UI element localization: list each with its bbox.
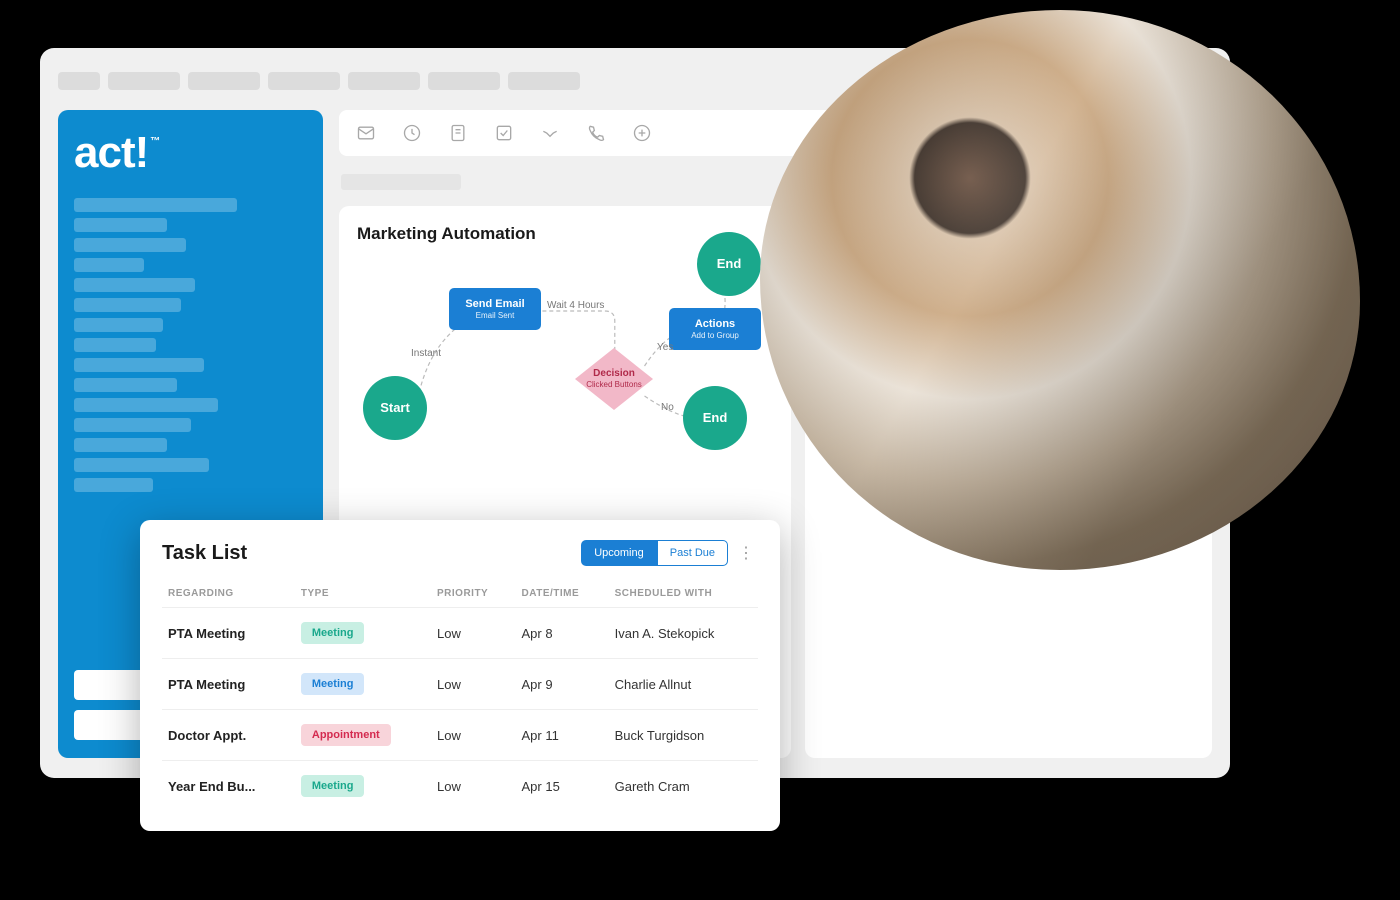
- cell-regarding: PTA Meeting: [162, 608, 295, 659]
- handshake-icon[interactable]: [539, 122, 561, 144]
- cell-date: Apr 9: [516, 659, 609, 710]
- mail-icon[interactable]: [355, 122, 377, 144]
- cell-with: Gareth Cram: [609, 761, 758, 812]
- sidebar-item[interactable]: [74, 398, 218, 412]
- tasklist-title: Task List: [162, 542, 247, 565]
- topbar-stub: [428, 72, 500, 90]
- cell-regarding: PTA Meeting: [162, 659, 295, 710]
- hero-photo: [760, 10, 1360, 570]
- type-badge: Meeting: [301, 775, 365, 797]
- table-row[interactable]: PTA Meeting Meeting LowApr 9Charlie Allnut: [162, 659, 758, 710]
- edge-instant-label: Instant: [411, 348, 441, 359]
- note-icon[interactable]: [447, 122, 469, 144]
- cell-regarding: Doctor Appt.: [162, 710, 295, 761]
- sidebar-items: [74, 198, 307, 492]
- flow-decision-node[interactable]: Decision Clicked Buttons: [575, 348, 653, 410]
- topbar-stub: [508, 72, 580, 90]
- table-row[interactable]: Year End Bu... Meeting LowApr 15Gareth Cra…: [162, 761, 758, 812]
- tasklist-column-header: REGARDING: [162, 580, 295, 608]
- type-badge: Meeting: [301, 673, 365, 695]
- sidebar-item[interactable]: [74, 318, 163, 332]
- tasklist-column-header: SCHEDULED WITH: [609, 580, 758, 608]
- flow-send-email-node[interactable]: Send Email Email Sent: [449, 288, 541, 330]
- clock-icon[interactable]: [401, 122, 423, 144]
- cell-with: Charlie Allnut: [609, 659, 758, 710]
- phone-icon[interactable]: [585, 122, 607, 144]
- type-badge: Meeting: [301, 622, 365, 644]
- cell-priority: Low: [431, 761, 516, 812]
- flow-canvas: Start Send Email Email Sent Decision Cli…: [357, 256, 773, 456]
- cell-regarding: Year End Bu...: [162, 761, 295, 812]
- past-due-tab[interactable]: Past Due: [657, 540, 728, 566]
- cell-priority: Low: [431, 710, 516, 761]
- topbar-stub: [188, 72, 260, 90]
- tasklist-column-header: PRIORITY: [431, 580, 516, 608]
- topbar-stub: [108, 72, 180, 90]
- sidebar-item[interactable]: [74, 338, 156, 352]
- cell-type: Meeting: [295, 761, 431, 812]
- topbar-stub: [268, 72, 340, 90]
- sidebar-item[interactable]: [74, 458, 209, 472]
- edge-yes-label: Yes: [657, 342, 673, 353]
- sidebar-item[interactable]: [74, 298, 181, 312]
- flow-actions-node[interactable]: Actions Add to Group: [669, 308, 761, 350]
- table-row[interactable]: Doctor Appt. Appointment LowApr 11Buck Tur…: [162, 710, 758, 761]
- flow-end-node-2[interactable]: End: [697, 232, 761, 296]
- tasklist-head: Task List Upcoming Past Due ⋮: [162, 540, 758, 566]
- tasklist-column-header: TYPE: [295, 580, 431, 608]
- check-icon[interactable]: [493, 122, 515, 144]
- table-row[interactable]: PTA Meeting Meeting LowApr 8Ivan A. Stekop…: [162, 608, 758, 659]
- sidebar-item[interactable]: [74, 478, 153, 492]
- cell-with: Buck Turgidson: [609, 710, 758, 761]
- upcoming-tab[interactable]: Upcoming: [581, 540, 657, 566]
- sidebar-item[interactable]: [74, 258, 144, 272]
- sidebar-item[interactable]: [74, 378, 177, 392]
- brand-logo: act!™: [74, 128, 307, 178]
- sidebar-item[interactable]: [74, 358, 204, 372]
- type-badge: Appointment: [301, 724, 391, 746]
- tasklist-toggle: Upcoming Past Due ⋮: [581, 540, 758, 566]
- flow-end-node[interactable]: End: [683, 386, 747, 450]
- plus-icon[interactable]: [631, 122, 653, 144]
- cell-date: Apr 8: [516, 608, 609, 659]
- flow-start-node[interactable]: Start: [363, 376, 427, 440]
- sidebar-item[interactable]: [74, 218, 167, 232]
- edge-wait-label: Wait 4 Hours: [547, 300, 604, 311]
- sidebar-item[interactable]: [74, 278, 195, 292]
- stub-heading: [341, 174, 461, 190]
- cell-priority: Low: [431, 608, 516, 659]
- cell-type: Meeting: [295, 659, 431, 710]
- cell-date: Apr 15: [516, 761, 609, 812]
- cell-priority: Low: [431, 659, 516, 710]
- sidebar-item[interactable]: [74, 438, 167, 452]
- cell-type: Meeting: [295, 608, 431, 659]
- tasklist-table: REGARDINGTYPEPRIORITYDATE/TIMESCHEDULED …: [162, 580, 758, 811]
- sidebar-item[interactable]: [74, 198, 237, 212]
- tasklist-column-header: DATE/TIME: [516, 580, 609, 608]
- more-icon[interactable]: ⋮: [734, 543, 758, 563]
- cell-type: Appointment: [295, 710, 431, 761]
- sidebar-item[interactable]: [74, 418, 191, 432]
- sidebar-item[interactable]: [74, 238, 186, 252]
- topbar-stub: [348, 72, 420, 90]
- cell-date: Apr 11: [516, 710, 609, 761]
- edge-no-label: No: [661, 402, 674, 413]
- cell-with: Ivan A. Stekopick: [609, 608, 758, 659]
- topbar-stub: [58, 72, 100, 90]
- tasklist-card: Task List Upcoming Past Due ⋮ REGARDINGT…: [140, 520, 780, 831]
